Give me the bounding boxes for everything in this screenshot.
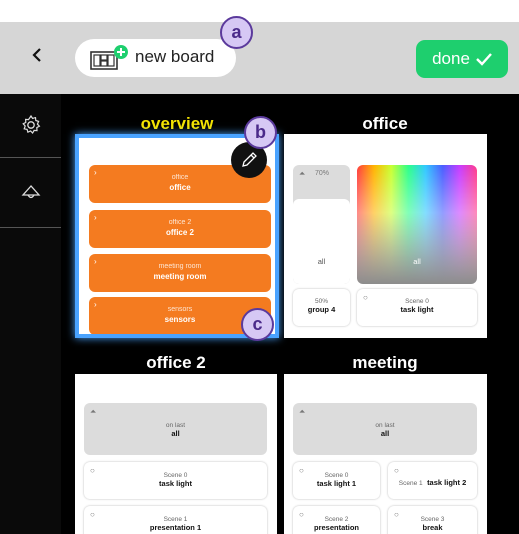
item-label: meeting room: [153, 272, 207, 281]
new-board-label: new board: [135, 47, 215, 66]
scene-label: task light 2: [427, 478, 467, 487]
sidebar-divider: [0, 227, 61, 228]
callout-badge-b: b: [244, 116, 277, 149]
sidebar-divider: [0, 157, 61, 158]
board-title-meeting: meeting: [352, 353, 418, 372]
sidebar: [0, 94, 61, 534]
scene-icon: ○: [394, 466, 399, 475]
color-label: all: [413, 257, 421, 266]
scene-icon: ○: [90, 510, 95, 519]
check-icon: [476, 53, 492, 66]
board-card-office-2[interactable]: ⏶ on last all ○ Scene 0 task light ○ Sce…: [75, 374, 277, 534]
scene-icon: ○: [394, 510, 399, 519]
scene-subtitle: Scene 1: [163, 516, 188, 523]
lamp-icon: [21, 185, 41, 199]
add-board-icon: [90, 45, 128, 70]
scene-tile[interactable]: ○ Scene 1 task light 2: [388, 462, 477, 499]
board-title-office: office: [362, 114, 408, 133]
callout-badge-a: a: [220, 16, 253, 49]
scenes-button[interactable]: [19, 184, 43, 202]
scene-tile[interactable]: ○ Scene 1 presentation 1: [84, 506, 267, 534]
scene-label: task light 1: [316, 479, 357, 488]
scene-tile[interactable]: ○ Scene 3 break: [388, 506, 477, 534]
item-subtitle: office 2: [168, 219, 192, 226]
scene-inline-label: Scene 1 task light 2: [388, 472, 477, 490]
on-last-tile[interactable]: ⏶ on last all: [293, 403, 477, 455]
board-item-meeting-room[interactable]: › meeting room meeting room: [89, 254, 271, 292]
board-editor-screen: new board done overview › office office …: [0, 0, 519, 534]
group-value: 50%: [314, 298, 328, 305]
scene-icon: ○: [299, 510, 304, 519]
scene-subtitle: Scene 0: [324, 472, 349, 479]
done-button[interactable]: done: [416, 40, 508, 78]
lamp-icon: ⏶: [299, 169, 306, 178]
scene-subtitle: Scene 3: [420, 516, 445, 523]
tile-subtitle: on last: [165, 422, 186, 429]
chevron-left-icon: [32, 48, 41, 62]
scene-subtitle: Scene 0: [163, 472, 188, 479]
item-label: office 2: [165, 228, 194, 237]
color-shade: [357, 165, 477, 284]
dimmer-value: 70%: [315, 170, 330, 177]
item-subtitle: sensors: [167, 306, 193, 313]
scene-icon: ○: [299, 466, 304, 475]
dimmer-level-fill: [293, 199, 350, 284]
board-item-office-2[interactable]: › office 2 office 2: [89, 210, 271, 248]
tile-subtitle: on last: [375, 422, 395, 429]
board-card-meeting[interactable]: ⏶ on last all ○ Scene 0 task light 1 ○ S…: [284, 374, 487, 534]
dimmer-label: all: [317, 257, 326, 266]
group-tile[interactable]: 50% group 4: [293, 289, 350, 326]
item-subtitle: meeting room: [158, 263, 202, 270]
scene-label: presentation 1: [149, 523, 202, 532]
scene-tile[interactable]: ○ Scene 0 task light: [84, 462, 267, 499]
scene-tile[interactable]: ○ Scene 2 presentation: [293, 506, 380, 534]
tile-label: all: [171, 429, 180, 438]
scene-icon: ○: [363, 293, 368, 302]
board-card-office[interactable]: ⏶ 70% all all 50% group 4 ○ Scene 0 task…: [284, 134, 487, 338]
lamp-icon: ⏶: [299, 407, 306, 416]
gear-icon: [22, 114, 41, 134]
done-label: done: [432, 49, 470, 68]
scene-label: task light: [159, 479, 192, 488]
scene-icon: ○: [90, 466, 95, 475]
back-button[interactable]: [25, 40, 49, 70]
tile-label: all: [380, 429, 390, 438]
scene-tile[interactable]: ○ Scene 0 task light 1: [293, 462, 380, 499]
item-label: office: [169, 183, 191, 192]
scene-subtitle: Scene 0: [405, 298, 429, 305]
boards-grid: overview › office office › office 2 offi…: [61, 94, 519, 534]
callout-badge-c: c: [241, 308, 274, 341]
dimmer-tile[interactable]: ⏶ 70% all: [293, 165, 350, 284]
group-label: group 4: [307, 305, 336, 314]
scene-subtitle: Scene 1: [398, 480, 423, 487]
board-title-office-2: office 2: [146, 353, 206, 372]
lamp-icon: ⏶: [90, 407, 97, 416]
color-picker-tile[interactable]: all: [357, 165, 477, 284]
scene-label: presentation: [313, 523, 359, 532]
scene-tile[interactable]: ○ Scene 0 task light: [357, 289, 477, 326]
scene-label: task light: [400, 305, 434, 314]
scene-label: break: [422, 523, 443, 532]
on-last-tile[interactable]: ⏶ on last all: [84, 403, 267, 455]
new-board-button[interactable]: new board: [75, 39, 236, 77]
scene-subtitle: Scene 2: [324, 516, 349, 523]
settings-button[interactable]: [20, 114, 42, 136]
